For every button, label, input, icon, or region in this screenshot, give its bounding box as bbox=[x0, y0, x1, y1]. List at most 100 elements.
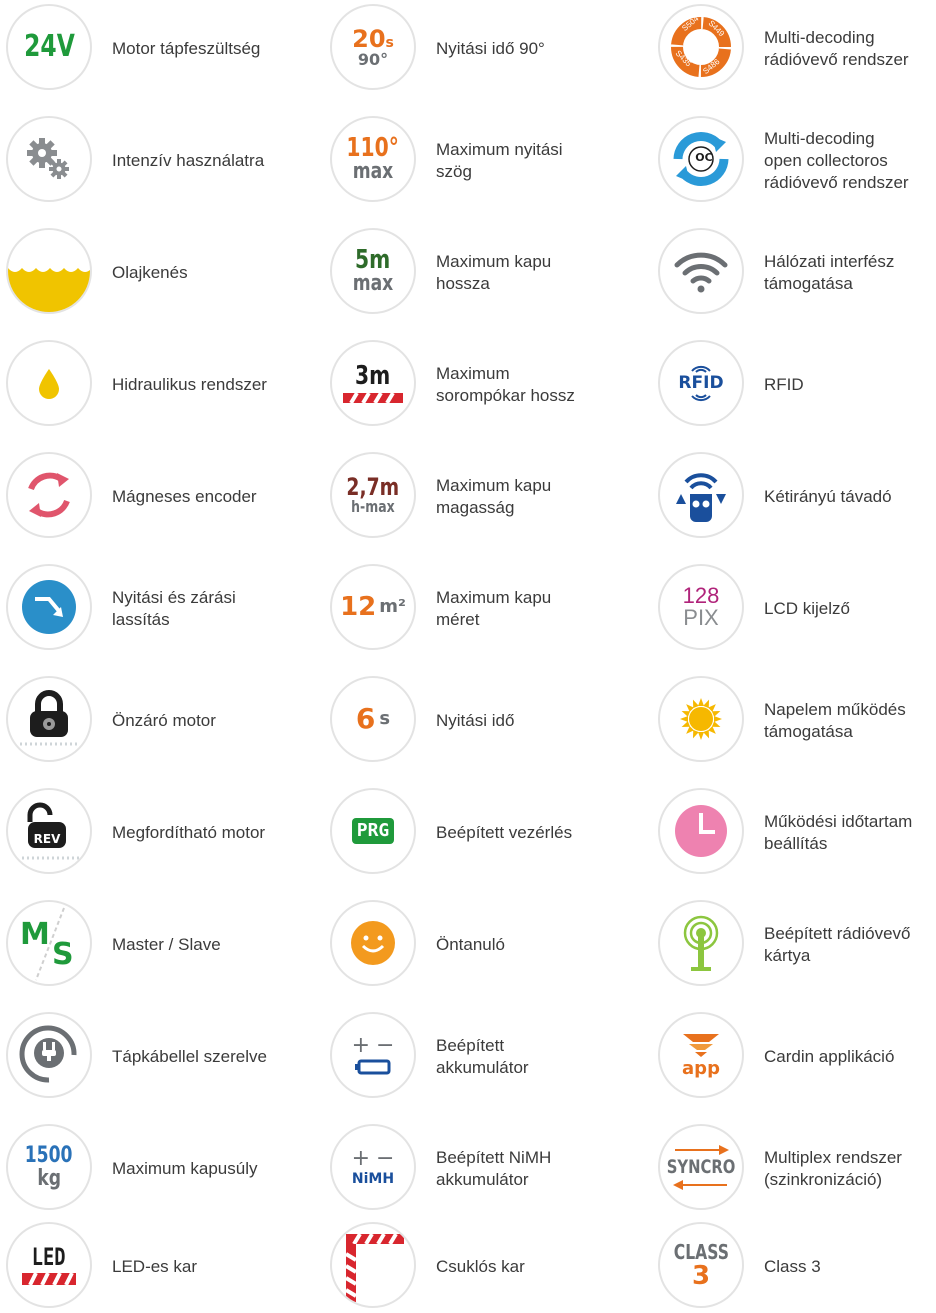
feature-item: REV Megfordítható motor bbox=[6, 788, 306, 878]
feature-item: Tápkábellel szerelve bbox=[6, 1012, 306, 1102]
rfid-icon: RFID bbox=[658, 340, 744, 426]
feature-item: OC Multi-decoding open collectoros rádió… bbox=[658, 116, 936, 206]
max-gate-area-icon: 12 m² bbox=[330, 564, 416, 650]
feature-item: + − Beépített akkumulátor bbox=[330, 1012, 630, 1102]
feature-item: Beépített rádióvevő kártya bbox=[658, 900, 936, 990]
feature-label: Megfordítható motor bbox=[112, 823, 266, 842]
icon-glyph: 2,7m bbox=[346, 473, 400, 501]
feature-label: Csuklós kar bbox=[436, 1257, 525, 1276]
barrier-arm-length-icon: 3m bbox=[330, 340, 416, 426]
icon-glyph: max bbox=[352, 159, 394, 184]
feature-label: Kétirányú távadó bbox=[764, 487, 892, 506]
nimh-battery-icon: + − NiMH bbox=[330, 1124, 416, 1210]
lcd-display-icon: 128 PIX bbox=[658, 564, 744, 650]
feature-label: Beépített akkumulátor bbox=[436, 1036, 529, 1077]
feature-item: app Cardin applikáció bbox=[658, 1012, 936, 1102]
feature-item: Működési időtartam beállítás bbox=[658, 788, 936, 878]
feature-label: Class 3 bbox=[764, 1257, 821, 1276]
voltage-24v-icon: 24V bbox=[6, 4, 92, 90]
feature-item: M S Master / Slave bbox=[6, 900, 306, 990]
feature-label: Maximum kapusúly bbox=[112, 1159, 258, 1178]
feature-label: Napelem működés támogatása bbox=[764, 700, 906, 741]
icon-glyph: 5m bbox=[355, 245, 391, 275]
bidirectional-remote-icon bbox=[658, 452, 744, 538]
feature-item: CLASS 3 Class 3 bbox=[658, 1222, 936, 1312]
icon-glyph: PIX bbox=[683, 605, 719, 630]
built-in-controller-icon: PRG bbox=[330, 788, 416, 874]
feature-item: Olajkenés bbox=[6, 228, 306, 318]
feature-item: RFID RFID bbox=[658, 340, 936, 430]
oil-drop-icon bbox=[6, 340, 92, 426]
icon-glyph: m² bbox=[379, 596, 406, 617]
feature-item: 2,7m h-max Maximum kapu magasság bbox=[330, 452, 630, 542]
icon-glyph: h-max bbox=[351, 497, 395, 516]
icon-glyph: S bbox=[52, 937, 74, 972]
feature-item: 110° max Maximum nyitási szög bbox=[330, 116, 630, 206]
feature-item: Öntanuló bbox=[330, 900, 630, 990]
icon-glyph: NiMH bbox=[351, 1171, 395, 1187]
feature-label: LED-es kar bbox=[112, 1257, 198, 1276]
feature-label: Beépített vezérlés bbox=[436, 823, 573, 842]
max-angle-icon: 110° max bbox=[330, 116, 416, 202]
feature-label: Hálózati interfész támogatása bbox=[764, 252, 895, 293]
feature-column-3: S504 S449 S486 S435 Multi-decoding rádió… bbox=[658, 0, 936, 1313]
icon-glyph: PRG bbox=[351, 818, 395, 844]
feature-label: Maximum kapu magasság bbox=[436, 476, 552, 517]
icon-glyph: 12 bbox=[340, 592, 377, 622]
feature-label: LCD kijelző bbox=[764, 599, 850, 618]
feature-label: Nyitási idő bbox=[436, 711, 515, 730]
feature-label: Multi-decoding rádióvevő rendszer bbox=[764, 28, 909, 69]
feature-label: Maximum kapu hossza bbox=[436, 252, 552, 293]
icon-glyph: 3 bbox=[691, 1260, 711, 1291]
icon-glyph: s bbox=[385, 34, 394, 51]
icon-glyph: − bbox=[376, 1033, 395, 1058]
icon-glyph: + bbox=[351, 1033, 370, 1058]
feature-item: 3m Maximum sorompókar hossz bbox=[330, 340, 630, 430]
open-collector-icon: OC bbox=[658, 116, 744, 202]
icon-glyph: REV bbox=[33, 832, 61, 846]
feature-label: Beépített rádióvevő kártya bbox=[764, 924, 911, 965]
feature-item: Kétirányú távadó bbox=[658, 452, 936, 542]
feature-item: 6 s Nyitási idő bbox=[330, 676, 630, 766]
icon-glyph: 6 bbox=[355, 702, 376, 735]
radio-receiver-antenna-icon bbox=[658, 900, 744, 986]
icon-glyph: OC bbox=[695, 151, 713, 164]
feature-item: 128 PIX LCD kijelző bbox=[658, 564, 936, 654]
icon-glyph: app bbox=[682, 1058, 720, 1079]
icon-glyph: LED bbox=[32, 1243, 66, 1271]
feature-item: S504 S449 S486 S435 Multi-decoding rádió… bbox=[658, 4, 936, 94]
icon-glyph: kg bbox=[37, 1165, 61, 1191]
icon-glyph: 20 bbox=[352, 24, 386, 53]
max-gate-height-icon: 2,7m h-max bbox=[330, 452, 416, 538]
feature-item: 24V Motor tápfeszültség bbox=[6, 4, 306, 94]
max-weight-icon: 1500 kg bbox=[6, 1124, 92, 1210]
feature-item: Napelem működés támogatása bbox=[658, 676, 936, 766]
icon-glyph: 24V bbox=[23, 29, 75, 64]
solar-sun-icon bbox=[658, 676, 744, 762]
icon-glyph: 110° bbox=[346, 133, 400, 163]
feature-label: Multiplex rendszer (szinkronizáció) bbox=[764, 1148, 902, 1189]
feature-label: Mágneses encoder bbox=[112, 487, 257, 506]
icon-glyph: + bbox=[351, 1146, 370, 1171]
slowdown-arrow-icon bbox=[6, 564, 92, 650]
icon-glyph: 1500 bbox=[25, 1142, 73, 1168]
feature-label: Olajkenés bbox=[112, 263, 188, 282]
feature-column-1: 24V Motor tápfeszültség Intenzív használ… bbox=[6, 0, 318, 1313]
feature-label: Beépített NiMH akkumulátor bbox=[436, 1148, 552, 1189]
feature-label: Motor tápfeszültség bbox=[112, 39, 261, 58]
feature-label: Intenzív használatra bbox=[112, 151, 265, 170]
icon-glyph: − bbox=[376, 1146, 395, 1171]
feature-label: Master / Slave bbox=[112, 935, 221, 954]
feature-label: Tápkábellel szerelve bbox=[112, 1047, 267, 1066]
oil-bath-icon bbox=[6, 228, 92, 314]
feature-label: Maximum sorompókar hossz bbox=[436, 364, 575, 405]
feature-label: Öntanuló bbox=[436, 935, 505, 954]
feature-label: RFID bbox=[764, 375, 804, 394]
wifi-icon bbox=[658, 228, 744, 314]
feature-item: Hálózati interfész támogatása bbox=[658, 228, 936, 318]
feature-item: Mágneses encoder bbox=[6, 452, 306, 542]
self-learning-smiley-icon bbox=[330, 900, 416, 986]
feature-item: Intenzív használatra bbox=[6, 116, 306, 206]
opening-time-icon: 6 s bbox=[330, 676, 416, 762]
feature-label: Működési időtartam beállítás bbox=[764, 812, 913, 853]
